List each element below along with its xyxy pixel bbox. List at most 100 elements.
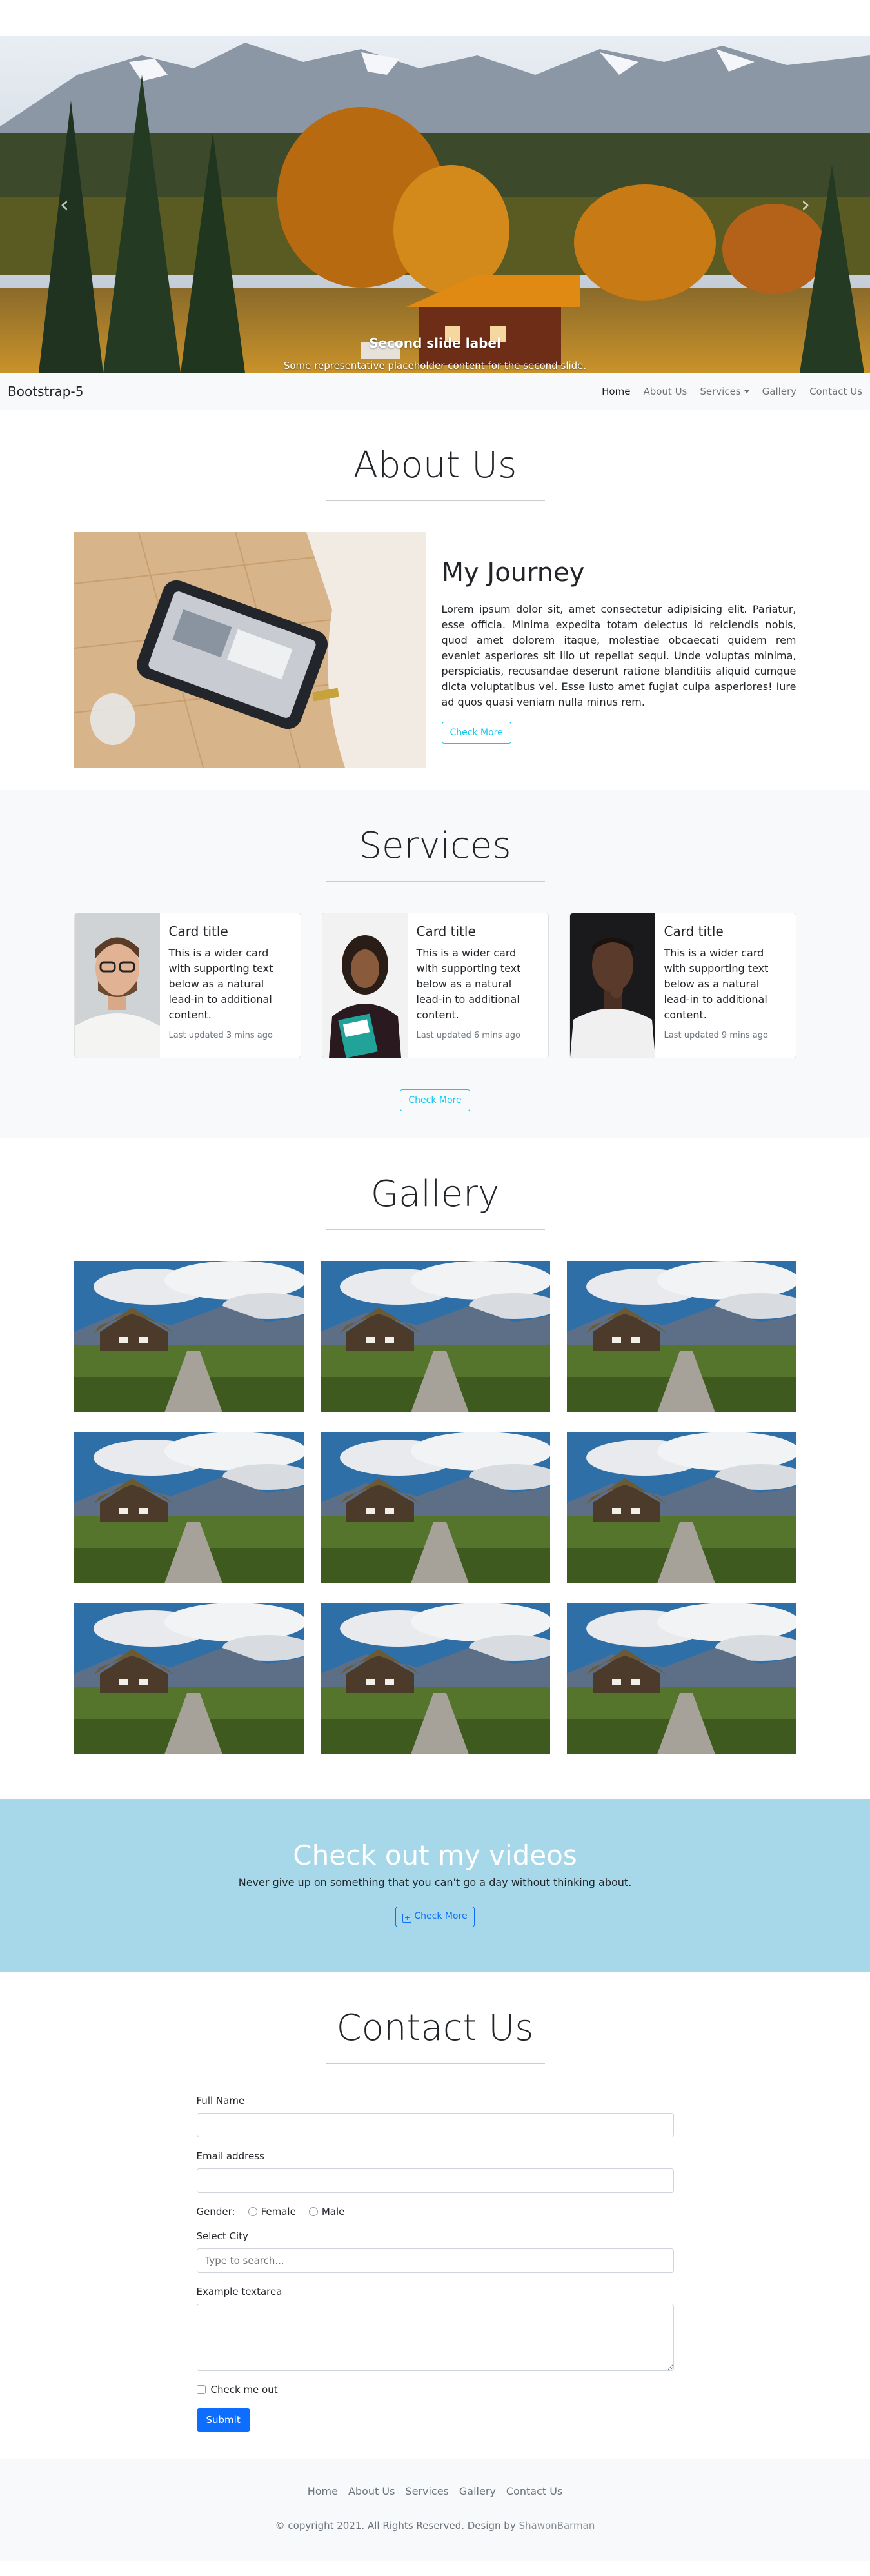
service-card: Card title This is a wider card with sup… — [321, 913, 549, 1058]
city-label: Select City — [196, 2230, 248, 2242]
card-body: Card title This is a wider card with sup… — [160, 913, 301, 1058]
footer-link-gallery[interactable]: Gallery — [459, 2485, 496, 2497]
card-title: Card title — [664, 924, 724, 939]
gender-label: Gender: — [196, 2206, 235, 2217]
checkbox-icon[interactable] — [196, 2385, 206, 2394]
gallery-image — [74, 1603, 304, 1754]
videos-section: Check out my videos Never give up on som… — [0, 1799, 870, 1972]
gallery-image — [566, 1603, 796, 1754]
carousel-caption: Second slide label Some representative p… — [0, 335, 870, 372]
services-cards: Card title This is a wider card with sup… — [74, 913, 796, 1058]
section-divider — [325, 1229, 545, 1230]
message-textarea[interactable] — [196, 2304, 674, 2371]
contact-section: Contact Us Full Name Email address Gende… — [0, 1972, 870, 2459]
carousel-caption-text: Some representative placeholder content … — [283, 360, 587, 372]
contact-form: Full Name Email address Gender: Female M… — [196, 2095, 674, 2432]
nav-link-gallery[interactable]: Gallery — [762, 386, 796, 397]
gallery-image — [320, 1432, 550, 1583]
carousel-image — [0, 36, 870, 373]
gallery-section: Gallery — [0, 1138, 870, 1799]
contact-title: Contact Us — [336, 2007, 534, 2049]
videos-check-more-button[interactable]: + Check More — [395, 1907, 475, 1927]
about-image — [74, 532, 426, 768]
nav-link-home[interactable]: Home — [602, 386, 630, 397]
email-input[interactable] — [196, 2168, 674, 2193]
gallery-image — [566, 1261, 796, 1412]
gender-row: Gender: Female Male — [197, 2206, 674, 2217]
videos-title: Check out my videos — [293, 1839, 577, 1871]
chevron-left-icon: ‹ — [59, 191, 70, 218]
section-divider — [325, 500, 545, 501]
navbar: Bootstrap-5 Home About Us Services Galle… — [0, 373, 870, 410]
about-section: About Us My Journey Lorem ipsum dolor si… — [0, 410, 870, 790]
navbar-brand[interactable]: Bootstrap-5 — [8, 384, 83, 399]
card-text: This is a wider card with supporting tex… — [416, 947, 521, 1021]
full-name-label: Full Name — [196, 2095, 245, 2106]
card-updated: Last updated 6 mins ago — [416, 1031, 520, 1040]
videos-text: Never give up on something that you can'… — [238, 1876, 632, 1888]
section-divider — [325, 2063, 545, 2064]
gallery-image — [74, 1261, 304, 1412]
radio-female[interactable]: Female — [242, 2206, 296, 2217]
footer-link-contact[interactable]: Contact Us — [506, 2485, 562, 2497]
chevron-right-icon: › — [800, 191, 811, 218]
radio-circle-icon — [248, 2207, 257, 2216]
submit-button[interactable]: Submit — [196, 2408, 250, 2432]
radio-female-label: Female — [261, 2206, 296, 2217]
services-title: Services — [359, 825, 511, 867]
service-card: Card title This is a wider card with sup… — [569, 913, 796, 1058]
city-search-input[interactable] — [196, 2248, 674, 2273]
gallery-title: Gallery — [370, 1173, 500, 1215]
about-paragraph: Lorem ipsum dolor sit, amet consectetur … — [441, 603, 796, 708]
card-image-person — [322, 913, 408, 1058]
nav-link-contact[interactable]: Contact Us — [809, 386, 862, 397]
caret-down-icon — [744, 390, 749, 393]
full-name-input[interactable] — [196, 2113, 674, 2137]
card-title: Card title — [168, 924, 228, 939]
footer-nav: Home About Us Services Gallery Contact U… — [0, 2459, 870, 2497]
service-card: Card title This is a wider card with sup… — [74, 913, 301, 1058]
card-body: Card title This is a wider card with sup… — [655, 913, 796, 1058]
footer-link-about[interactable]: About Us — [348, 2485, 395, 2497]
check-row[interactable]: Check me out — [196, 2384, 674, 2395]
about-title: About Us — [353, 444, 517, 486]
plus-square-icon: + — [402, 1914, 412, 1923]
check-label: Check me out — [210, 2384, 278, 2395]
gallery-image — [320, 1261, 550, 1412]
radio-male-label: Male — [321, 2206, 345, 2217]
carousel-next-button[interactable]: › — [741, 36, 870, 373]
nav-dropdown-services[interactable]: Services — [700, 386, 749, 397]
services-check-more-button[interactable]: Check More — [400, 1089, 470, 1111]
gallery-image — [320, 1603, 550, 1754]
section-divider — [325, 881, 545, 882]
card-body: Card title This is a wider card with sup… — [408, 913, 548, 1058]
gallery-image — [74, 1432, 304, 1583]
author-link[interactable]: ShawonBarman — [519, 2520, 595, 2531]
footer: Home About Us Services Gallery Contact U… — [0, 2459, 870, 2561]
nav-link-services-label: Services — [700, 385, 741, 397]
about-check-more-button[interactable]: Check More — [441, 722, 511, 744]
copyright-text: © copyright 2021. All Rights Reserved. D… — [275, 2520, 519, 2531]
services-section: Services Card title This is a wider card… — [0, 790, 870, 1138]
nav-link-about[interactable]: About Us — [643, 386, 687, 397]
gallery-image — [566, 1432, 796, 1583]
about-text-block: My Journey Lorem ipsum dolor sit, amet c… — [426, 532, 796, 768]
about-row: My Journey Lorem ipsum dolor sit, amet c… — [74, 532, 796, 768]
card-updated: Last updated 9 mins ago — [664, 1031, 768, 1040]
nav-links: Home About Us Services Gallery Contact U… — [602, 386, 862, 397]
card-title: Card title — [416, 924, 476, 939]
email-label: Email address — [196, 2150, 264, 2162]
carousel-prev-button[interactable]: ‹ — [0, 36, 129, 373]
about-heading: My Journey — [441, 558, 585, 588]
card-image-person — [74, 913, 160, 1058]
carousel-caption-title: Second slide label — [369, 335, 501, 351]
footer-link-home[interactable]: Home — [308, 2485, 338, 2497]
top-spacer — [0, 0, 870, 36]
card-text: This is a wider card with supporting tex… — [664, 947, 769, 1021]
radio-circle-icon — [308, 2207, 318, 2216]
footer-link-services[interactable]: Services — [405, 2485, 448, 2497]
hero-carousel: ‹ › Second slide label Some representati… — [0, 36, 870, 373]
radio-male[interactable]: Male — [302, 2206, 345, 2217]
videos-button-label: Check More — [414, 1911, 468, 1921]
copyright: © copyright 2021. All Rights Reserved. D… — [0, 2520, 870, 2531]
